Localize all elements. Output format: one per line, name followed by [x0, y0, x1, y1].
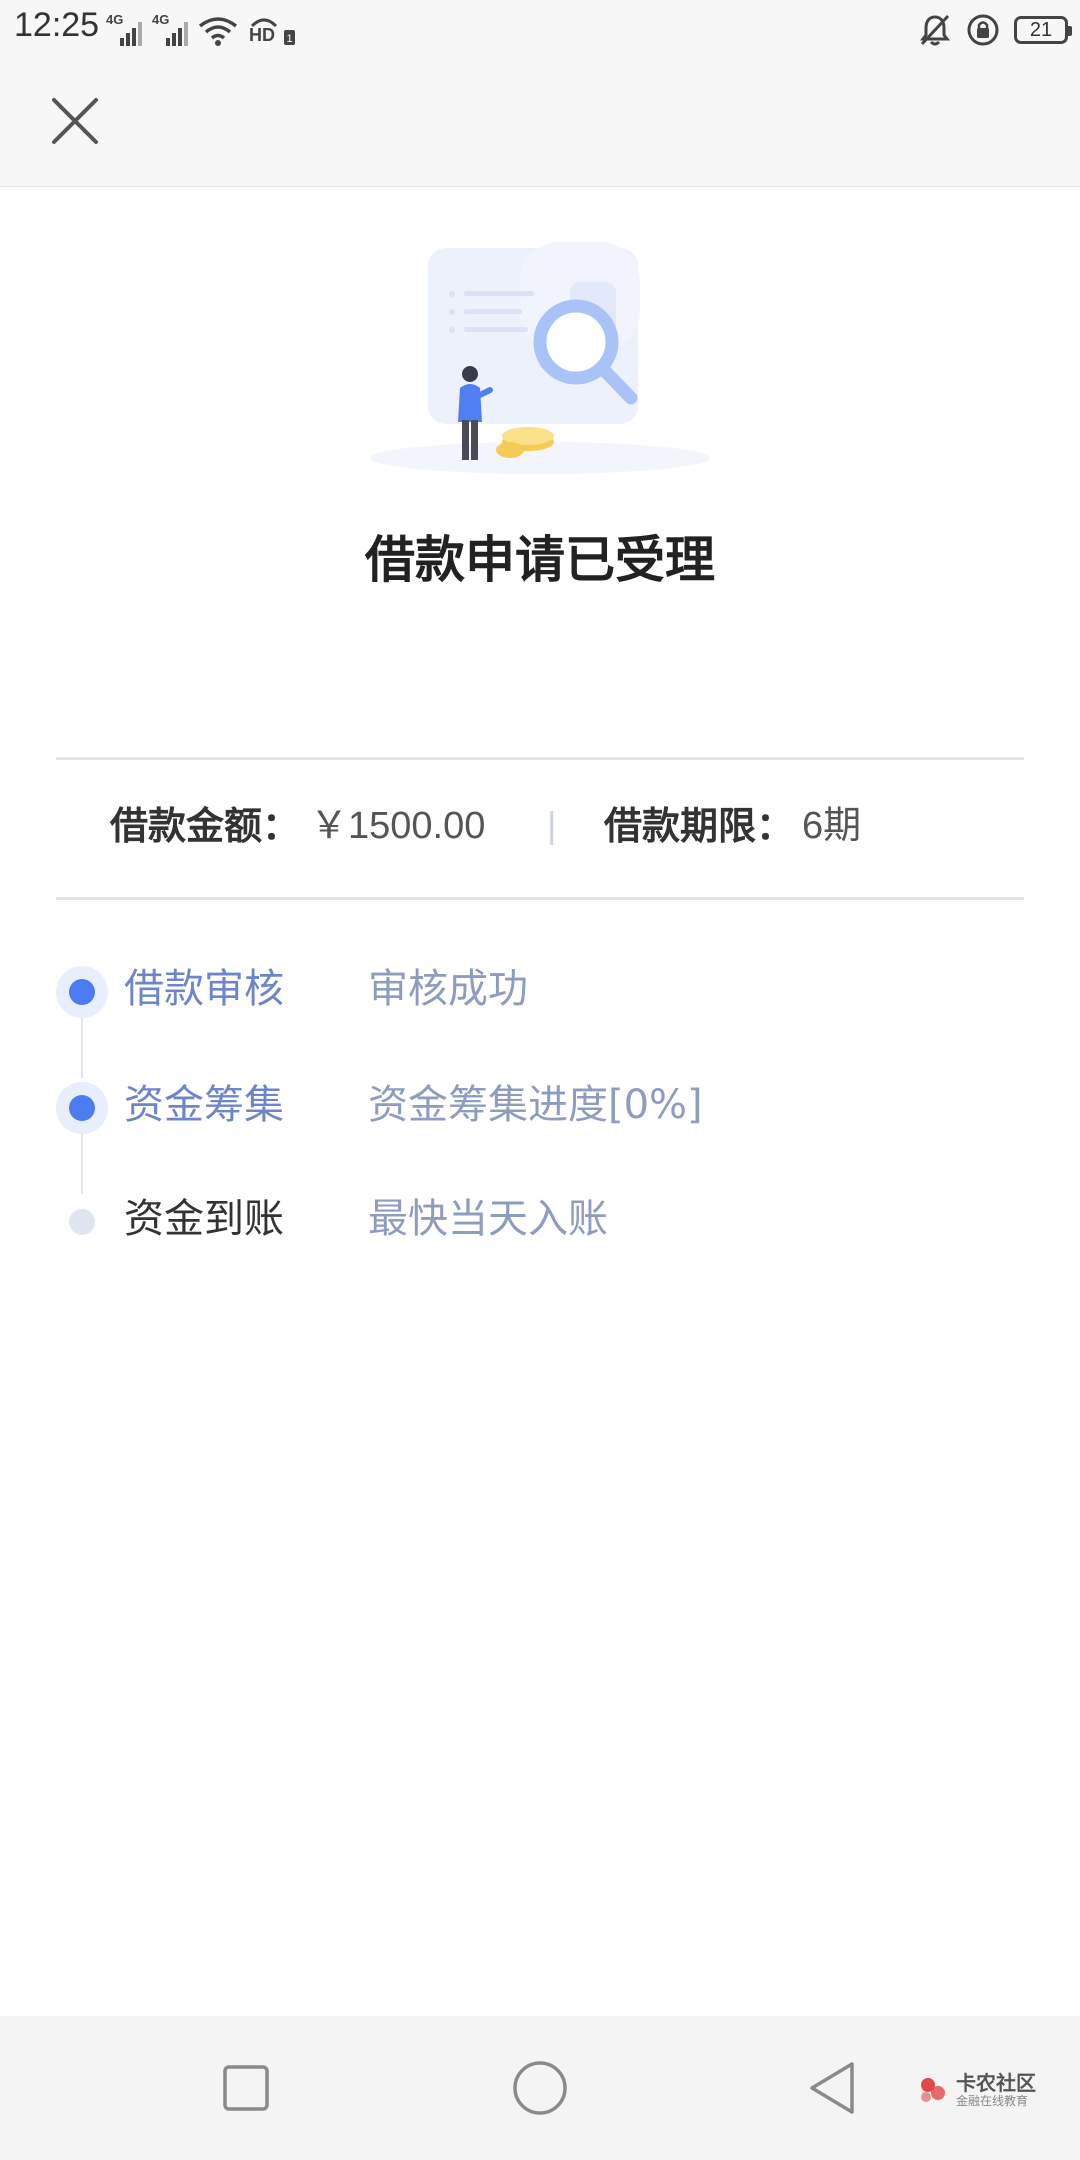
amount-label: 借款金额： [110, 804, 301, 848]
mute-bell-icon [920, 14, 950, 46]
step-connector [81, 1012, 83, 1078]
loan-application-screen: 12:25 4G 4G 1 HD 21 借款申请已受理 借款金额： ￥1500.… [0, 0, 1080, 2160]
watermark-logo-icon [921, 2078, 945, 2102]
page-title: 借款申请已受理 [365, 531, 715, 589]
amount-value: ￥1500.00 [310, 805, 486, 847]
back-icon [810, 2062, 854, 2114]
hd-label: HD [249, 25, 275, 45]
signal-icon: 4G [106, 12, 142, 46]
back-button[interactable] [792, 2046, 876, 2130]
watermark: 卡农社区 金融在线教育 [916, 2072, 1036, 2108]
progress-steps: 借款审核 审核成功 资金筹集 资金筹集进度[0%] 资金到账 最快当天入账 [56, 960, 1024, 1280]
rotation-lock-icon [967, 14, 999, 46]
header-bar [0, 60, 1080, 187]
summary-separator: | [546, 806, 558, 846]
recent-apps-button[interactable] [204, 2046, 288, 2130]
signal-icon: 4G [152, 12, 188, 46]
system-navigation-bar: 卡农社区 金融在线教育 [0, 2016, 1080, 2160]
close-icon [52, 98, 98, 144]
review-illustration [370, 242, 710, 474]
divider-bottom [56, 897, 1024, 900]
status-right-icons: 21 [918, 10, 1072, 50]
step-status: 最快当天入账 [368, 1196, 608, 1242]
status-left-icons: 4G 4G 1 HD [106, 10, 296, 46]
home-icon [513, 2061, 567, 2115]
step-indicator-active [56, 966, 108, 1018]
svg-text:1: 1 [286, 33, 292, 45]
term-label: 借款期限： [604, 804, 795, 848]
home-button[interactable] [498, 2046, 582, 2130]
step-name: 资金到账 [124, 1196, 284, 1242]
status-bar: 12:25 4G 4G 1 HD 21 [0, 0, 1080, 60]
step-indicator-pending [56, 1196, 108, 1248]
status-time: 12:25 [14, 6, 100, 44]
loan-summary: 借款金额： ￥1500.00 | 借款期限： 6期 [56, 762, 1024, 896]
step-fund-arrival: 资金到账 最快当天入账 [56, 1190, 1024, 1250]
wifi-icon [198, 17, 238, 46]
hd-volte-icon: 1 HD [248, 12, 296, 46]
step-name: 借款审核 [124, 966, 284, 1012]
battery-icon: 21 [1014, 16, 1072, 44]
step-fund-raising: 资金筹集 资金筹集进度[0%] [56, 1076, 1024, 1136]
step-loan-review: 借款审核 审核成功 [56, 960, 1024, 1020]
battery-level: 21 [1029, 19, 1053, 41]
watermark-subtitle: 金融在线教育 [956, 2094, 1029, 2108]
recent-apps-icon [223, 2065, 269, 2111]
step-status: 审核成功 [368, 966, 528, 1012]
step-status: 资金筹集进度[0%] [368, 1082, 703, 1128]
divider-top [56, 757, 1024, 760]
step-connector [81, 1128, 83, 1194]
term-value: 6期 [802, 805, 862, 847]
watermark-title: 卡农社区 [956, 2071, 1036, 2095]
step-indicator-active [56, 1082, 108, 1134]
step-name: 资金筹集 [124, 1082, 284, 1128]
close-button[interactable] [40, 90, 110, 154]
